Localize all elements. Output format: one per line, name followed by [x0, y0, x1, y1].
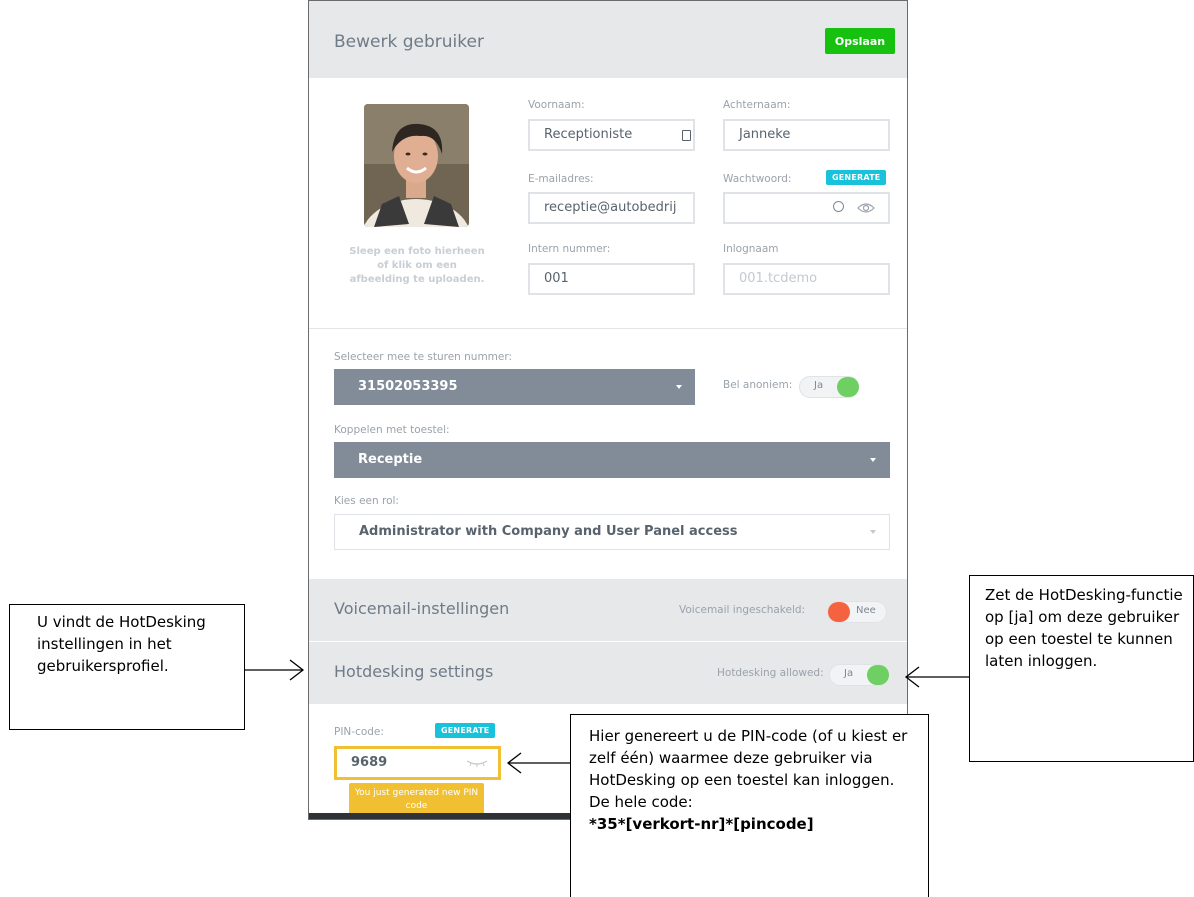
annotation-arrows	[245, 659, 969, 774]
